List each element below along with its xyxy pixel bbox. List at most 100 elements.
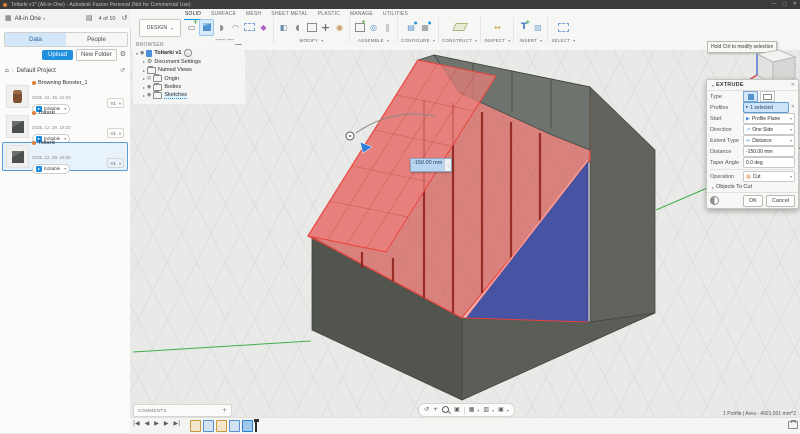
insert-canvas-icon[interactable] xyxy=(517,19,530,35)
expander-icon[interactable] xyxy=(136,51,138,56)
version-dropdown[interactable]: V1 xyxy=(107,98,124,108)
pan-icon[interactable] xyxy=(433,407,438,413)
new-component-icon[interactable] xyxy=(353,19,366,35)
configuration-table-icon[interactable] xyxy=(419,20,432,35)
list-item[interactable]: Browning Booster_1 2025. 02. 16. 21:04 E… xyxy=(2,80,128,114)
construction-plane-icon[interactable] xyxy=(451,20,468,35)
distance-input[interactable]: -150.00 mm xyxy=(743,146,795,157)
go-to-start-icon[interactable] xyxy=(133,421,140,427)
create-sketch-icon[interactable] xyxy=(185,19,198,35)
visibility-eye-off-icon[interactable] xyxy=(147,76,151,81)
browser-node-document-settings[interactable]: Document Settings xyxy=(133,58,245,67)
start-dropdown[interactable]: Profile Plane xyxy=(743,113,795,124)
visibility-eye-icon[interactable] xyxy=(147,85,151,90)
timeline-extrude-feature[interactable] xyxy=(203,420,214,432)
visibility-eye-icon[interactable] xyxy=(147,93,151,98)
move-icon[interactable] xyxy=(319,20,332,35)
operation-dropdown[interactable]: Cut xyxy=(743,171,795,182)
dimension-drag-handle[interactable]: ⋮ xyxy=(444,159,452,171)
node-label[interactable]: Bodies xyxy=(164,84,181,90)
node-label[interactable]: Named Views xyxy=(158,67,192,73)
workspace-switcher[interactable]: All-in One xyxy=(15,16,41,22)
workspace-design-button[interactable]: DESIGN xyxy=(139,19,181,37)
project-home-icon[interactable] xyxy=(5,68,9,74)
collapse-icon[interactable] xyxy=(235,44,242,45)
extent-type-dropdown[interactable]: Distance xyxy=(743,135,795,146)
orbit-icon[interactable] xyxy=(424,407,429,413)
comments-bar[interactable]: COMMENTS xyxy=(133,404,232,417)
fillet-icon[interactable] xyxy=(291,20,304,35)
expander-icon[interactable] xyxy=(143,85,145,90)
zoom-icon[interactable] xyxy=(442,406,450,414)
group-modify-label[interactable]: MODIFY xyxy=(300,38,319,43)
taper-angle-input[interactable]: 0.0 deg xyxy=(743,157,795,168)
breadcrumb-project[interactable]: Default Project xyxy=(16,68,55,74)
close-dialog-icon[interactable] xyxy=(791,83,795,88)
group-inspect-label[interactable]: INSPECT xyxy=(484,38,505,43)
expander-icon[interactable] xyxy=(143,76,145,81)
undo-icon[interactable] xyxy=(121,15,127,22)
direction-dropdown[interactable]: One Side xyxy=(743,124,795,135)
node-label[interactable]: Sketches xyxy=(164,92,188,100)
expander-icon[interactable] xyxy=(143,59,145,64)
new-folder-button[interactable]: New Folder xyxy=(76,48,117,61)
timeline-playhead[interactable] xyxy=(253,419,259,432)
info-icon[interactable]: i xyxy=(183,49,192,58)
type-thin-extrude-button[interactable] xyxy=(760,91,775,102)
play-icon[interactable] xyxy=(154,421,159,427)
loft-icon[interactable] xyxy=(243,20,256,35)
objects-to-cut-expander[interactable]: Objects To Cut xyxy=(707,182,798,192)
browser-header[interactable]: BROWSER xyxy=(133,40,245,49)
physical-material-icon[interactable] xyxy=(333,20,346,35)
go-to-end-icon[interactable] xyxy=(174,421,181,427)
profiles-selection-button[interactable]: 1 selected xyxy=(743,102,789,113)
upload-button[interactable]: Upload xyxy=(42,49,74,60)
dialog-header[interactable]: EXTRUDE xyxy=(707,80,798,91)
close-window-icon[interactable] xyxy=(793,2,797,7)
timeline-sketch-feature[interactable] xyxy=(190,420,201,432)
revolve-icon[interactable] xyxy=(215,20,228,35)
type-extrude-button[interactable] xyxy=(743,91,758,102)
dimension-value[interactable]: -150.00 mm xyxy=(411,159,445,171)
viewports-dropdown[interactable] xyxy=(498,407,509,413)
app-grid-icon[interactable] xyxy=(5,15,12,22)
box-right-face[interactable] xyxy=(589,86,656,323)
maximize-icon[interactable] xyxy=(782,2,787,7)
model-3d[interactable] xyxy=(130,50,800,417)
group-insert-label[interactable]: INSERT xyxy=(520,38,538,43)
tab-data[interactable]: Data xyxy=(5,33,66,46)
version-dropdown[interactable]: V1 xyxy=(107,128,124,138)
shell-icon[interactable] xyxy=(305,20,318,35)
group-assemble-label[interactable]: ASSEMBLE xyxy=(358,38,384,43)
align-icon[interactable] xyxy=(381,20,394,35)
refresh-icon[interactable] xyxy=(120,68,125,74)
cancel-button[interactable]: Cancel xyxy=(765,194,795,207)
clear-selection-icon[interactable] xyxy=(791,105,795,110)
joint-icon[interactable] xyxy=(367,20,380,35)
press-pull-icon[interactable] xyxy=(277,20,290,35)
documents-icon[interactable] xyxy=(86,15,93,22)
fit-view-icon[interactable] xyxy=(454,407,460,413)
list-item[interactable]: Toltarki 2025. 12. 29. 19:22 Editable V1 xyxy=(2,110,128,144)
form-icon[interactable] xyxy=(257,20,270,35)
browser-node-named-views[interactable]: Named Views xyxy=(133,65,245,75)
browser-node-sketches[interactable]: Sketches xyxy=(133,91,245,101)
visibility-eye-icon[interactable] xyxy=(140,51,144,56)
select-icon[interactable] xyxy=(557,20,570,35)
extrude-icon[interactable] xyxy=(199,18,214,36)
feedback-icon[interactable] xyxy=(710,196,719,205)
step-forward-icon[interactable] xyxy=(164,421,169,427)
expander-icon[interactable] xyxy=(143,68,145,73)
version-dropdown[interactable]: V1 xyxy=(107,158,124,168)
grid-settings-dropdown[interactable] xyxy=(483,407,494,413)
gear-icon[interactable] xyxy=(120,51,126,58)
timeline-extrude-feature[interactable] xyxy=(229,420,240,432)
expander-icon[interactable] xyxy=(143,93,145,98)
group-construct-label[interactable]: CONSTRUCT xyxy=(442,38,472,43)
browser-root-node[interactable]: Toltarki v1 i xyxy=(133,49,245,58)
group-select-label[interactable]: SELECT xyxy=(551,38,570,43)
decal-icon[interactable] xyxy=(531,20,544,35)
document-pager[interactable]: 4 of 10 xyxy=(99,16,116,22)
measure-icon[interactable] xyxy=(491,20,504,35)
sweep-icon[interactable] xyxy=(229,20,242,35)
